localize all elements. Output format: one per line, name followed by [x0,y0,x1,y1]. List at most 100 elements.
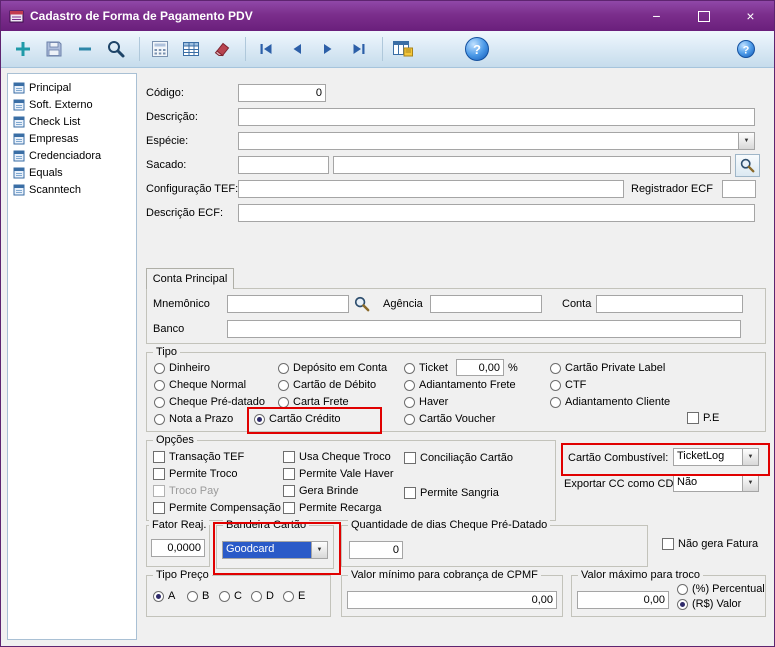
registrador-ecf-input[interactable] [722,180,756,198]
save-button[interactable] [40,35,68,63]
minimize-button[interactable]: − [633,1,680,31]
banco-input[interactable] [227,320,741,338]
radio-preco-d[interactable]: D [251,590,274,602]
radio-cheque-normal[interactable]: Cheque Normal [154,379,246,391]
mnemonico-label: Mnemônico [153,298,210,310]
conta-input[interactable] [596,295,743,313]
sidebar-item-label: Empresas [29,132,79,145]
radio-dinheiro[interactable]: Dinheiro [154,362,210,374]
nav-last-button[interactable] [345,35,373,63]
app-window: Cadastro de Forma de Pagamento PDV − × ?… [0,0,775,647]
descricao-input[interactable] [238,108,755,126]
radio-label: Cartão de Débito [293,379,377,391]
chevron-down-icon[interactable]: ▼ [311,542,327,558]
chevron-down-icon[interactable]: ▼ [742,449,758,465]
checkbox-icon [283,485,295,497]
add-button[interactable] [9,35,37,63]
especie-select[interactable]: ▼ [238,132,755,150]
radio-cartao-credito[interactable]: Cartão Crédito [254,413,341,425]
radio-adiantamento-frete[interactable]: Adiantamento Frete [404,379,516,391]
sacado-code-input[interactable] [238,156,329,174]
codigo-input[interactable] [238,84,326,102]
checkbox-gera-brinde[interactable]: Gera Brinde [283,485,358,497]
sidebar-item-principal[interactable]: Principal [8,79,136,96]
sidebar-item-equals[interactable]: Equals [8,164,136,181]
radio-percentual[interactable]: (%) Percentual [677,583,765,595]
radio-valor[interactable]: (R$) Valor [677,598,741,610]
nav-previous-button[interactable] [283,35,311,63]
tipo-preco-legend: Tipo Preço [153,569,212,582]
troco-max-input[interactable] [577,591,669,609]
search-button[interactable] [102,35,130,63]
checkbox-permite-compensacao[interactable]: Permite Compensação [153,502,281,514]
sidebar-item-credenciadora[interactable]: Credenciadora [8,147,136,164]
radio-preco-e[interactable]: E [283,590,305,602]
help-right-button[interactable]: ? [732,35,760,63]
cpmf-input[interactable] [347,591,557,609]
plus-icon [16,42,30,56]
radio-carta-frete[interactable]: Carta Frete [278,396,349,408]
sidebar-item-label: Check List [29,115,81,128]
checkbox-transacao-tef[interactable]: Transação TEF [153,451,244,463]
clear-button[interactable] [208,35,236,63]
help-button[interactable]: ? [462,34,492,64]
radio-cartao-voucher[interactable]: Cartão Voucher [404,413,495,425]
sidebar-item-empresas[interactable]: Empresas [8,130,136,147]
report-button[interactable] [389,35,417,63]
exportar-cc-select[interactable]: Não ▼ [673,474,759,492]
maximize-button[interactable] [680,1,727,31]
radio-cartao-private-label[interactable]: Cartão Private Label [550,362,665,374]
radio-preco-b[interactable]: B [187,590,209,602]
calculator-button[interactable] [146,35,174,63]
radio-haver[interactable]: Haver [404,396,448,408]
chevron-down-icon[interactable]: ▼ [738,133,754,149]
descricao-ecf-input[interactable] [238,204,755,222]
agencia-input[interactable] [430,295,542,313]
checkbox-label: P.E [703,412,720,424]
delete-button[interactable] [71,35,99,63]
checkbox-permite-sangria[interactable]: Permite Sangria [404,487,499,499]
radio-preco-c[interactable]: C [219,590,242,602]
checkbox-nao-gera-fatura[interactable]: Não gera Fatura [662,538,758,550]
radio-deposito-em-conta[interactable]: Depósito em Conta [278,362,387,374]
radio-nota-a-prazo[interactable]: Nota a Prazo [154,413,233,425]
checkbox-conciliacao-cartao[interactable]: Conciliação Cartão [404,452,513,464]
sidebar-nav: Principal Soft. Externo Check List Empre… [7,73,137,640]
chevron-down-icon[interactable]: ▼ [742,475,758,491]
table-button[interactable] [177,35,205,63]
radio-cartao-de-debito[interactable]: Cartão de Débito [278,379,376,391]
radio-label: CTF [565,379,587,391]
mnemonico-search-button[interactable] [352,294,372,314]
sidebar-item-soft-externo[interactable]: Soft. Externo [8,96,136,113]
close-button[interactable]: × [727,1,774,31]
checkbox-usa-cheque-troco[interactable]: Usa Cheque Troco [283,451,391,463]
tab-conta-principal[interactable]: Conta Principal [146,268,234,289]
sacado-name-input[interactable] [333,156,731,174]
radio-preco-a[interactable]: A [153,590,175,602]
radio-circle-icon [404,396,415,408]
config-tef-input[interactable] [238,180,624,198]
agencia-label: Agência [383,298,423,310]
qtd-dias-input[interactable] [349,541,403,559]
radio-adiantamento-cliente[interactable]: Adiantamento Cliente [550,396,670,408]
form-icon [13,116,25,127]
sacado-search-button[interactable] [735,154,760,177]
nav-first-button[interactable] [252,35,280,63]
ticket-percent-input[interactable] [456,359,504,376]
checkbox-permite-troco[interactable]: Permite Troco [153,468,237,480]
checkbox-permite-recarga[interactable]: Permite Recarga [283,502,382,514]
sidebar-item-scanntech[interactable]: Scanntech [8,181,136,198]
mnemonico-input[interactable] [227,295,349,313]
radio-ticket[interactable]: Ticket [404,362,448,374]
radio-cheque-pre-datado[interactable]: Cheque Pré-datado [154,396,265,408]
checkbox-pe[interactable]: P.E [687,412,719,424]
cartao-combustivel-select[interactable]: TicketLog ▼ [673,448,759,466]
fator-reaj-input[interactable] [151,539,205,557]
checkbox-icon [283,451,295,463]
magnifier-icon [108,41,125,58]
bandeira-cartao-select[interactable]: Goodcard ▼ [222,541,328,559]
checkbox-permite-vale-haver[interactable]: Permite Vale Haver [283,468,394,480]
nav-next-button[interactable] [314,35,342,63]
sidebar-item-check-list[interactable]: Check List [8,113,136,130]
radio-ctf[interactable]: CTF [550,379,586,391]
